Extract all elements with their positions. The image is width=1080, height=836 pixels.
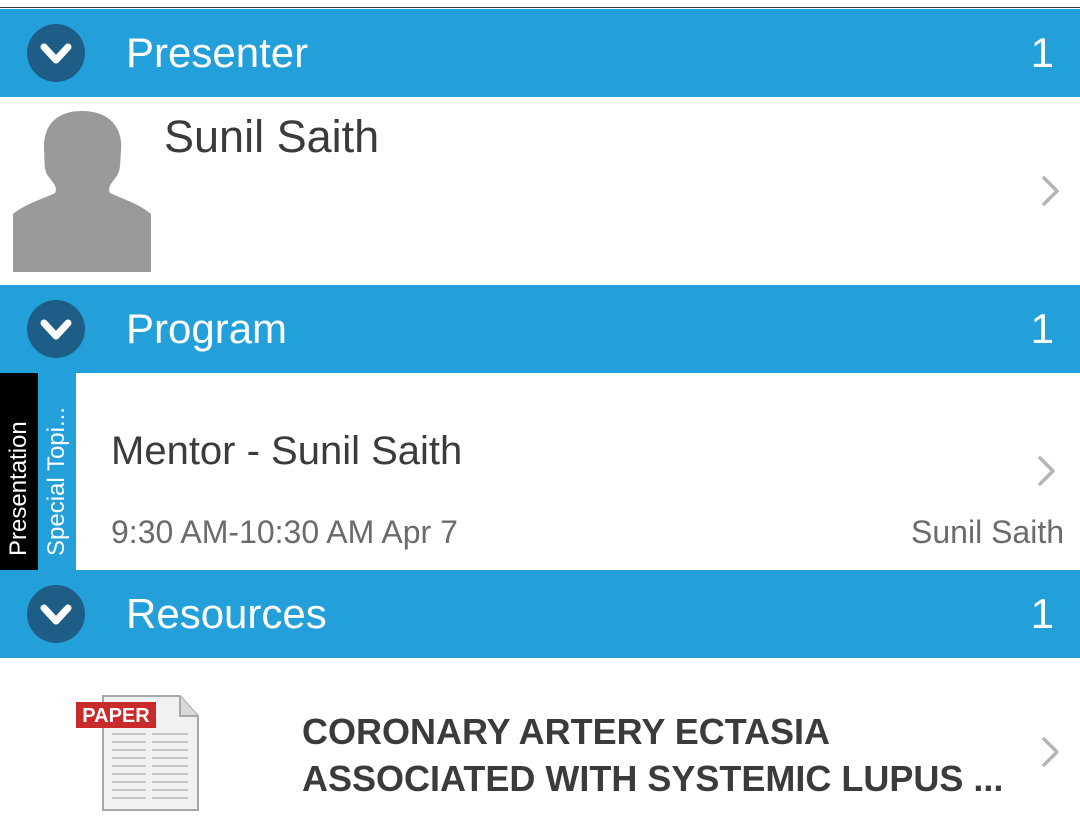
resource-list-item[interactable]: PAPER CORONARY ARTERY ECTASIA ASSOCIATED…	[0, 658, 1080, 836]
program-list-item[interactable]: Presentation Special Topi... Mentor - Su…	[0, 373, 1080, 570]
session-type-label: Presentation	[5, 421, 32, 556]
session-track-tag: Special Topi...	[38, 373, 76, 570]
section-header-presenter[interactable]: Presenter 1	[0, 9, 1080, 97]
chevron-right-icon	[1038, 456, 1055, 486]
section-header-program[interactable]: Program 1	[0, 285, 1080, 373]
chevron-right-icon	[1042, 176, 1059, 206]
chevron-right-icon	[1042, 737, 1059, 767]
section-count: 1	[1030, 590, 1054, 637]
session-track-label: Special Topi...	[43, 407, 70, 556]
section-title: Resources	[126, 590, 327, 637]
resource-title: CORONARY ARTERY ECTASIA ASSOCIATED WITH …	[302, 708, 1022, 802]
chevron-down-circle-icon[interactable]	[27, 24, 85, 82]
section-title: Presenter	[126, 29, 309, 76]
session-type-tag: Presentation	[0, 373, 38, 570]
paper-icon-label: PAPER	[82, 705, 150, 727]
section-header-resources[interactable]: Resources 1	[0, 570, 1080, 658]
resource-title-line1: CORONARY ARTERY ECTASIA	[302, 711, 831, 752]
presenter-list-item[interactable]: Sunil Saith	[0, 97, 1080, 285]
program-time: 9:30 AM-10:30 AM Apr 7	[111, 514, 458, 550]
resource-title-line2: ASSOCIATED WITH SYSTEMIC LUPUS ...	[302, 758, 1004, 799]
avatar-silhouette-icon	[13, 109, 151, 272]
section-title: Program	[126, 305, 288, 352]
program-title: Mentor - Sunil Saith	[111, 429, 463, 473]
presenter-name: Sunil Saith	[164, 111, 380, 162]
chevron-down-circle-icon[interactable]	[27, 300, 85, 358]
program-presenter: Sunil Saith	[911, 514, 1064, 550]
paper-document-icon: PAPER	[76, 695, 199, 811]
chevron-down-circle-icon[interactable]	[27, 585, 85, 643]
status-divider	[0, 0, 1080, 8]
section-count: 1	[1030, 305, 1054, 352]
section-count: 1	[1030, 29, 1054, 76]
